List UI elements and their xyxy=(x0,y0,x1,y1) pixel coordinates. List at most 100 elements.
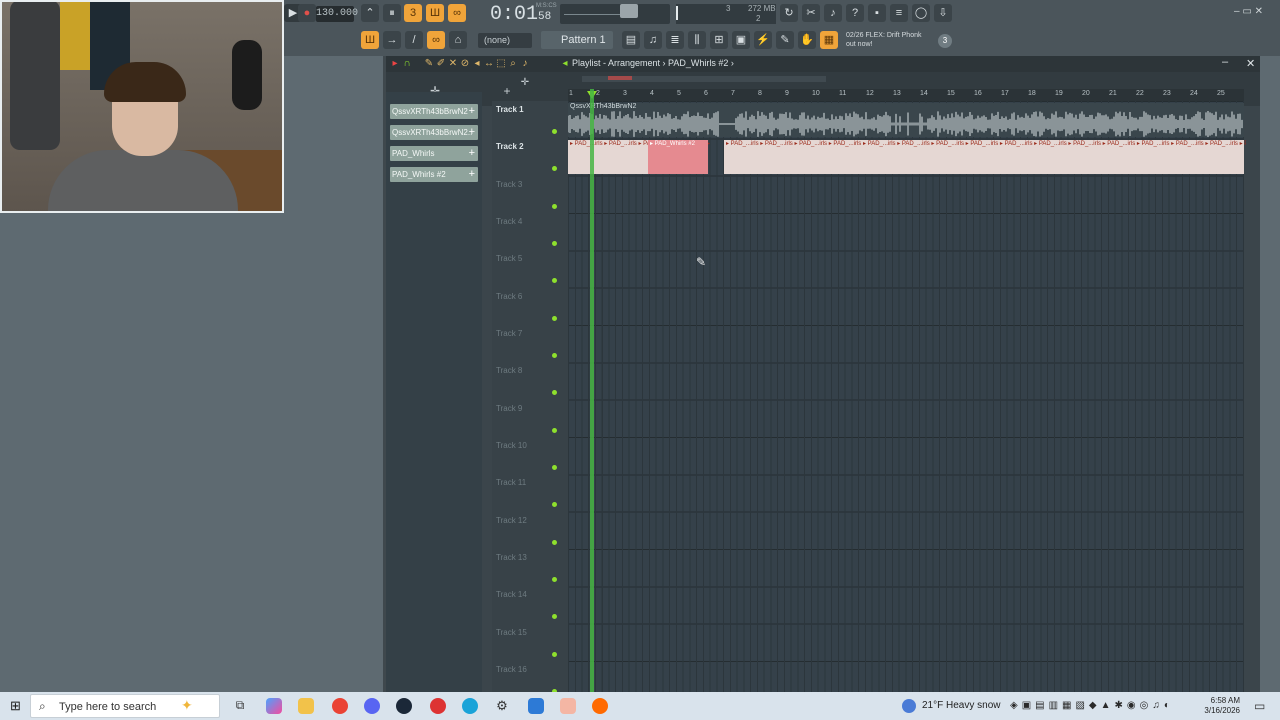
link-icon[interactable]: ∞ xyxy=(427,31,445,49)
obs-icon[interactable] xyxy=(430,698,446,714)
picker-item[interactable]: PAD_Whirls + xyxy=(390,146,478,161)
track-add-icon[interactable]: + xyxy=(502,85,512,97)
track-name[interactable]: Track 8 xyxy=(496,366,522,375)
menu-arrow-icon[interactable]: ▸ xyxy=(390,59,400,69)
weather-widget[interactable]: 21°F Heavy snow xyxy=(922,700,1000,711)
track-name[interactable]: Track 16 xyxy=(496,665,527,674)
piano-roll-icon[interactable]: ♫ xyxy=(644,31,662,49)
save-icon[interactable]: ▪ xyxy=(868,4,886,22)
delete-tool-icon[interactable]: ✕ xyxy=(448,59,458,69)
track-mute-led[interactable] xyxy=(552,651,557,657)
track-mute-led[interactable] xyxy=(552,502,557,508)
window-controls[interactable]: – ▭ ✕ xyxy=(1234,6,1263,17)
settings-gear-icon[interactable]: ⚙ xyxy=(494,698,510,714)
track-name[interactable]: Track 13 xyxy=(496,553,527,562)
track-mute-led[interactable] xyxy=(552,166,557,172)
mic-icon[interactable]: ♪ xyxy=(824,4,842,22)
edge-icon[interactable] xyxy=(462,698,478,714)
zoom-tool-icon[interactable]: ⌕ xyxy=(508,59,518,69)
track-name[interactable]: Track 14 xyxy=(496,590,527,599)
task-view-icon[interactable]: ⧉ xyxy=(232,698,248,714)
track-name[interactable]: Track 1 xyxy=(496,105,524,114)
track-mute-led[interactable] xyxy=(552,614,557,620)
track-mute-led[interactable] xyxy=(552,129,557,134)
track-mute-led[interactable] xyxy=(552,539,557,545)
track-name[interactable]: Track 4 xyxy=(496,217,522,226)
track-name[interactable]: Track 15 xyxy=(496,628,527,637)
file-explorer-icon[interactable] xyxy=(298,698,314,714)
fl-studio-icon[interactable] xyxy=(560,698,576,714)
discord-icon[interactable] xyxy=(364,698,380,714)
scroll-handle-icon[interactable]: ✛ xyxy=(520,78,530,88)
draw-tool-icon[interactable]: ✎ xyxy=(424,59,434,69)
master-volume-knob[interactable] xyxy=(620,4,638,18)
magnet-icon[interactable]: ∩ xyxy=(402,59,412,69)
track-name[interactable]: Track 9 xyxy=(496,404,522,413)
pattern-clips-track2[interactable]: ▸ PAD_...irls ▸ PAD_...irls ▸ PAD_...irl… xyxy=(568,140,1246,174)
outlook-icon[interactable] xyxy=(528,698,544,714)
taskbar-clock[interactable]: 6:58 AM 3/16/2026 xyxy=(1200,696,1240,716)
browser-icon[interactable]: ▣ xyxy=(732,31,750,49)
arrangement-icon[interactable]: ◂ xyxy=(560,59,570,69)
track-name[interactable]: Track 2 xyxy=(496,142,524,151)
arrangement-grid[interactable] xyxy=(568,101,1244,692)
plug-icon[interactable]: ⚡ xyxy=(754,31,772,49)
record-button[interactable]: ● xyxy=(298,4,316,22)
track-mute-led[interactable] xyxy=(552,278,557,284)
mixer-icon[interactable]: ≡ xyxy=(890,4,908,22)
channel-rack-icon[interactable]: ≣ xyxy=(666,31,684,49)
chat-icon[interactable]: ◯ xyxy=(912,4,930,22)
track-mute-led[interactable] xyxy=(552,315,557,321)
weather-snow-icon[interactable] xyxy=(902,699,916,713)
picker-item[interactable]: PAD_Whirls #2 + xyxy=(390,167,478,182)
track-name[interactable]: Track 7 xyxy=(496,329,522,338)
typing-keyboard-icon[interactable]: ⌂ xyxy=(449,31,467,49)
playlist-minimize[interactable]: – xyxy=(1222,56,1228,68)
countdown-icon[interactable]: 3 xyxy=(404,4,422,22)
track-mute-led[interactable] xyxy=(552,464,557,470)
step-edit-icon[interactable]: Ш xyxy=(426,4,444,22)
arrow-icon[interactable]: → xyxy=(383,31,401,49)
track-name[interactable]: Track 6 xyxy=(496,292,522,301)
news-hint[interactable]: 02/26 FLEX: Drift Phonk out now! xyxy=(846,31,942,49)
picker-add-icon[interactable]: + xyxy=(469,146,475,161)
news-icon[interactable]: ▦ xyxy=(820,31,838,49)
snap-icon[interactable]: Ш xyxy=(361,31,379,49)
hint-badge[interactable]: 3 xyxy=(938,34,952,48)
tempo-display[interactable]: 130.000 xyxy=(316,6,358,22)
picker-add-icon[interactable]: + xyxy=(469,125,475,140)
loop-record-icon[interactable]: ∞ xyxy=(448,4,466,22)
copilot-icon[interactable] xyxy=(266,698,282,714)
windows-start-icon[interactable]: ⊞ xyxy=(10,698,21,714)
track-mute-led[interactable] xyxy=(552,240,557,246)
pencil-icon[interactable]: / xyxy=(405,31,423,49)
audio-clip-track1[interactable]: QssvXRTh43bBrwN2 xyxy=(568,103,1244,137)
picker-add-icon[interactable]: + xyxy=(469,167,475,182)
undo-icon[interactable]: ↻ xyxy=(780,4,798,22)
slip-tool-icon[interactable]: ◂ xyxy=(472,59,482,69)
playlist-titlebar[interactable]: ▸ ∩ ✎ ✐ ✕ ⊘ ◂ ↔ ⬚ ⌕ ♪ ◂ Playlist - Arran… xyxy=(386,56,1260,72)
picker-item[interactable]: QssvXRTh43bBrwN2.. + xyxy=(390,125,478,140)
system-tray-icons[interactable]: ◈▣▤▥▦▧◆▲✱◉◎♫◐ xyxy=(1010,700,1174,711)
taskbar-search[interactable]: ⌕ Type here to search ✦ xyxy=(30,694,220,718)
playback-tool-icon[interactable]: ♪ xyxy=(520,59,530,69)
track-mute-led[interactable] xyxy=(552,352,557,358)
picker-add-icon[interactable]: + xyxy=(469,104,475,119)
track-mute-led[interactable] xyxy=(552,390,557,396)
fl-fruit-icon[interactable] xyxy=(592,698,608,714)
picker-item[interactable]: QssvXRTh43bBrwN2 + xyxy=(390,104,478,119)
steam-icon[interactable] xyxy=(396,698,412,714)
paint-tool-icon[interactable]: ✐ xyxy=(436,59,446,69)
cut-icon[interactable]: ✂ xyxy=(802,4,820,22)
download-icon[interactable]: ⇩ xyxy=(934,4,952,22)
track-name[interactable]: Track 5 xyxy=(496,254,522,263)
select-tool-icon[interactable]: ⬚ xyxy=(496,59,506,69)
help-icon[interactable]: ? xyxy=(846,4,864,22)
track-mute-led[interactable] xyxy=(552,427,557,433)
track-mute-led[interactable] xyxy=(552,203,557,209)
mute-tool-icon[interactable]: ⊘ xyxy=(460,59,470,69)
plugin-icon[interactable]: ⊞ xyxy=(710,31,728,49)
chrome-icon[interactable] xyxy=(332,698,348,714)
playlist-close[interactable]: ✕ xyxy=(1246,57,1255,70)
touch-icon[interactable]: ✋ xyxy=(798,31,816,49)
